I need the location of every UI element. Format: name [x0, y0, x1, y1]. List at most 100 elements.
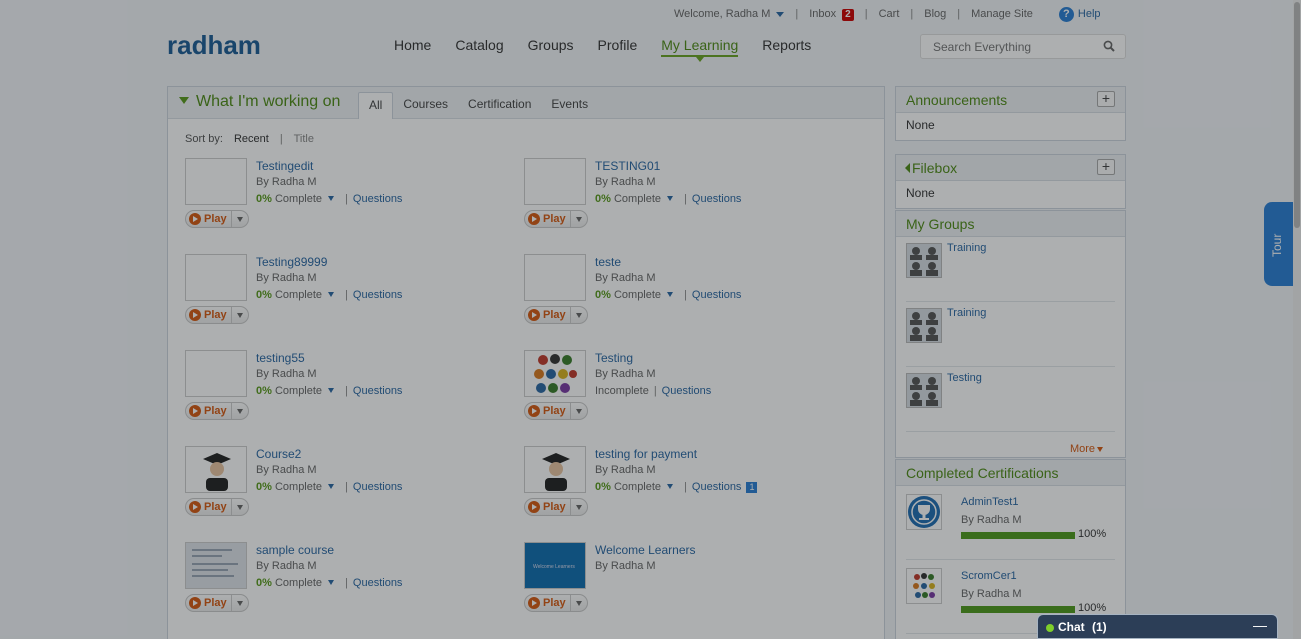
chevron-down-icon[interactable] [667, 292, 674, 298]
play-button[interactable]: Play [524, 402, 588, 420]
collapse-triangle-icon[interactable] [179, 97, 189, 104]
nav-home[interactable]: Home [394, 37, 431, 57]
group-avatar-icon[interactable] [906, 243, 942, 278]
chevron-down-icon[interactable] [667, 196, 674, 202]
certification-name-link[interactable]: ScromCer1 [961, 570, 1017, 582]
group-avatar-icon[interactable] [906, 373, 942, 408]
minimize-chat-button[interactable]: — [1253, 617, 1267, 633]
chat-bar[interactable]: Chat (1) — [1037, 614, 1278, 639]
chevron-down-icon[interactable] [328, 388, 335, 394]
page-scrollbar[interactable] [1293, 0, 1301, 639]
search-icon[interactable] [1103, 40, 1115, 52]
certification-thumbnail[interactable] [906, 568, 942, 604]
trophy-icon [908, 496, 940, 528]
course-thumbnail[interactable] [185, 350, 247, 397]
group-name-link[interactable]: Training [947, 242, 986, 254]
filebox-title: Filebox [912, 160, 958, 176]
course-title-link[interactable]: Welcome Learners [595, 543, 696, 557]
play-menu-dropdown[interactable] [231, 403, 248, 419]
play-button[interactable]: Play [524, 210, 588, 228]
course-thumbnail[interactable] [185, 446, 247, 493]
manage-site-link[interactable]: Manage Site [971, 8, 1033, 20]
chevron-down-icon[interactable] [328, 292, 335, 298]
course-title-link[interactable]: Course2 [256, 447, 301, 461]
play-menu-dropdown[interactable] [231, 499, 248, 515]
nav-profile[interactable]: Profile [598, 37, 638, 57]
questions-link[interactable]: Questions [353, 577, 403, 589]
course-title-link[interactable]: sample course [256, 543, 334, 557]
play-menu-dropdown[interactable] [570, 499, 587, 515]
chevron-down-icon[interactable] [328, 580, 335, 586]
chevron-down-icon[interactable] [328, 484, 335, 490]
course-title-link[interactable]: TESTING01 [595, 159, 660, 173]
questions-link[interactable]: Questions [692, 193, 742, 205]
course-thumbnail[interactable]: Welcome Learners [524, 542, 586, 589]
cart-link[interactable]: Cart [879, 8, 900, 20]
play-menu-dropdown[interactable] [231, 595, 248, 611]
group-name-link[interactable]: Testing [947, 372, 982, 384]
questions-link[interactable]: Questions [353, 289, 403, 301]
chevron-down-icon[interactable] [667, 484, 674, 490]
play-button[interactable]: Play [185, 594, 249, 612]
sort-title[interactable]: Title [294, 133, 314, 145]
welcome-menu[interactable]: Welcome, Radha M [674, 8, 785, 20]
questions-link[interactable]: Questions [692, 481, 742, 493]
inbox-link[interactable]: Inbox 2 [809, 8, 854, 21]
play-button[interactable]: Play [185, 210, 249, 228]
add-file-button[interactable]: + [1097, 159, 1115, 175]
help-link[interactable]: ? Help [1058, 6, 1101, 22]
add-announcement-button[interactable]: + [1097, 91, 1115, 107]
tab-all[interactable]: All [358, 92, 394, 119]
play-menu-dropdown[interactable] [231, 307, 248, 323]
play-button[interactable]: Play [524, 498, 588, 516]
chevron-down-icon[interactable] [328, 196, 335, 202]
play-button[interactable]: Play [185, 498, 249, 516]
search-input[interactable] [921, 35, 1091, 58]
course-title-link[interactable]: Testing89999 [256, 255, 327, 269]
course-title-link[interactable]: teste [595, 255, 621, 269]
course-title-link[interactable]: testing for payment [595, 447, 697, 461]
certification-name-link[interactable]: AdminTest1 [961, 496, 1018, 508]
play-menu-dropdown[interactable] [231, 211, 248, 227]
site-logo[interactable]: radham [167, 30, 261, 61]
course-thumbnail[interactable] [524, 254, 586, 301]
play-menu-dropdown[interactable] [570, 307, 587, 323]
course-thumbnail[interactable] [524, 446, 586, 493]
nav-groups[interactable]: Groups [528, 37, 574, 57]
tab-certification[interactable]: Certification [458, 92, 541, 119]
nav-reports[interactable]: Reports [762, 37, 811, 57]
questions-link[interactable]: Questions [662, 385, 712, 397]
play-menu-dropdown[interactable] [570, 211, 587, 227]
course-thumbnail[interactable] [524, 350, 586, 397]
play-menu-dropdown[interactable] [570, 403, 587, 419]
play-button[interactable]: Play [185, 402, 249, 420]
course-thumbnail[interactable] [185, 254, 247, 301]
course-thumbnail[interactable] [524, 158, 586, 205]
course-title-link[interactable]: Testing [595, 351, 633, 365]
tab-events[interactable]: Events [541, 92, 598, 119]
course-thumbnail[interactable] [185, 542, 247, 589]
blog-link[interactable]: Blog [924, 8, 946, 20]
certification-thumbnail[interactable] [906, 494, 942, 530]
play-button[interactable]: Play [524, 306, 588, 324]
course-thumbnail[interactable] [185, 158, 247, 205]
collapse-triangle-icon[interactable] [905, 163, 910, 173]
separator: | [864, 8, 868, 20]
tour-tab[interactable]: Tour [1264, 202, 1294, 286]
nav-catalog[interactable]: Catalog [455, 37, 503, 57]
questions-link[interactable]: Questions [692, 289, 742, 301]
sort-recent[interactable]: Recent [234, 133, 269, 145]
course-title-link[interactable]: Testingedit [256, 159, 313, 173]
questions-link[interactable]: Questions [353, 385, 403, 397]
play-menu-dropdown[interactable] [570, 595, 587, 611]
nav-my-learning[interactable]: My Learning [661, 37, 739, 62]
group-avatar-icon[interactable] [906, 308, 942, 343]
scrollbar-thumb[interactable] [1294, 2, 1300, 228]
group-name-link[interactable]: Training [947, 307, 986, 319]
questions-link[interactable]: Questions [353, 481, 403, 493]
questions-link[interactable]: Questions [353, 193, 403, 205]
play-button[interactable]: Play [524, 594, 588, 612]
course-title-link[interactable]: testing55 [256, 351, 305, 365]
play-button[interactable]: Play [185, 306, 249, 324]
tab-courses[interactable]: Courses [393, 92, 458, 119]
